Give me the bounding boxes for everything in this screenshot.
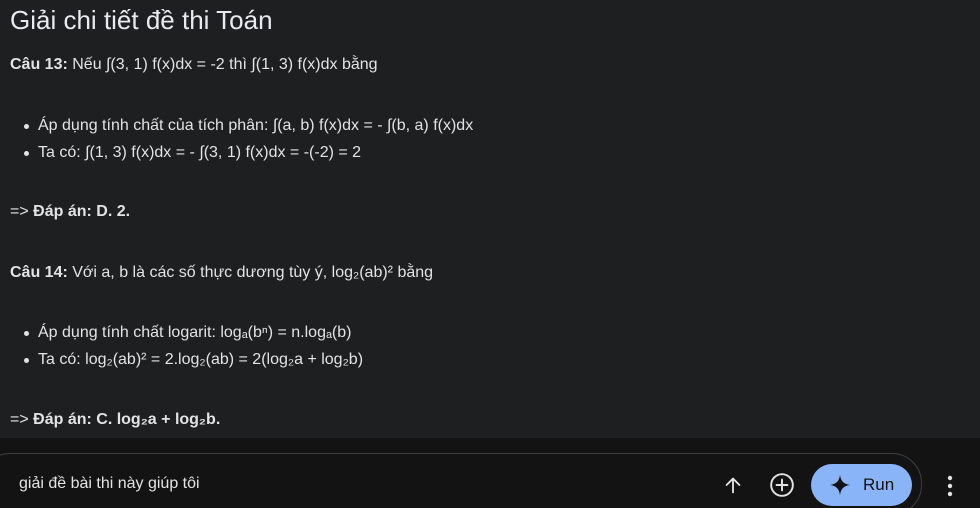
- question-13-bullet-2: Ta có: ∫(1, 3) f(x)dx = - ∫(3, 1) f(x)dx…: [23, 142, 361, 164]
- question-13-answer: => Đáp án: D. 2.: [10, 201, 130, 223]
- question-13-label: Câu 13:: [10, 56, 68, 73]
- response-area: Giải chi tiết đề thi Toán Câu 13: Nếu ∫(…: [0, 0, 972, 438]
- sparkle-icon: [829, 474, 851, 496]
- arrow-up-icon: [725, 477, 741, 494]
- run-button[interactable]: Run: [811, 464, 912, 506]
- question-13: Câu 13: Nếu ∫(3, 1) f(x)dx = -2 thì ∫(1,…: [10, 54, 378, 76]
- question-13-answer-text: Đáp án: D. 2.: [33, 203, 131, 220]
- plus-circle-icon: [770, 473, 794, 497]
- run-button-label: Run: [863, 475, 895, 494]
- answer-prefix: =>: [10, 411, 34, 428]
- question-14-bullet-1: Áp dụng tính chất logarit: logₐ(bⁿ) = n.…: [23, 322, 351, 344]
- more-options-button[interactable]: [938, 470, 962, 502]
- question-14-bullet-2: Ta có: log₂(ab)² = 2.log₂(ab) = 2(log₂a …: [23, 349, 363, 371]
- question-13-bullet-1: Áp dụng tính chất của tích phân: ∫(a, b)…: [23, 115, 473, 137]
- page: Giải chi tiết đề thi Toán Câu 13: Nếu ∫(…: [0, 0, 980, 508]
- question-14-answer: => Đáp án: C. log₂a + log₂b.: [10, 409, 220, 431]
- question-14: Câu 14: Với a, b là các số thực dương tù…: [10, 262, 433, 284]
- question-14-label: Câu 14:: [10, 264, 68, 281]
- question-13-text: Nếu ∫(3, 1) f(x)dx = -2 thì ∫(1, 3) f(x)…: [67, 56, 378, 73]
- answer-prefix: =>: [10, 203, 34, 220]
- add-button[interactable]: [768, 471, 796, 499]
- upload-button[interactable]: [719, 471, 747, 499]
- more-vertical-icon: [947, 475, 953, 497]
- prompt-input[interactable]: giải đề bài thi này giúp tôi: [19, 473, 200, 495]
- question-14-text: Với a, b là các số thực dương tùy ý, log…: [67, 264, 434, 281]
- prompt-bar: giải đề bài thi này giúp tôi Run: [0, 438, 980, 508]
- question-14-answer-text: Đáp án: C. log₂a + log₂b.: [33, 411, 221, 428]
- page-title: Giải chi tiết đề thi Toán: [10, 5, 273, 35]
- scrollbar[interactable]: [972, 0, 980, 438]
